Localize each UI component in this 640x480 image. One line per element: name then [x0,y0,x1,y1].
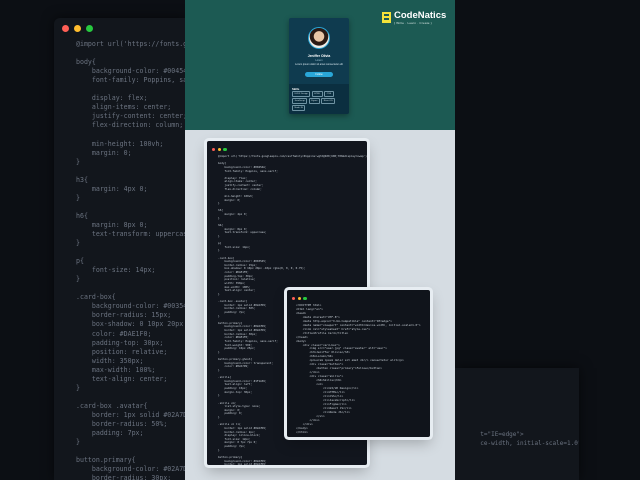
maximize-dot-icon[interactable] [223,148,227,152]
close-dot-icon[interactable] [292,297,296,301]
right-editor-code: t="IE=edge"> ce-width, initial-scale=1.0… [480,431,579,447]
profile-card: Jeniffer Olivia Lorem Lorem ipsum dolor … [289,18,349,114]
right-editor-window: t="IE=edge"> ce-width, initial-scale=1.0… [455,368,579,480]
skill-tag: React JS [321,98,336,104]
window-controls [292,297,307,301]
brand-logo: CodeNatics { Write · Learn · Create } [382,11,446,25]
window-controls [212,148,227,152]
brand-icon [382,12,391,23]
card-location: Lorem [315,59,323,62]
maximize-dot-icon[interactable] [303,297,307,301]
skill-tag: HTML [311,91,323,97]
skill-tag: Node JS [292,105,306,111]
brand-name: CodeNatics [394,10,447,21]
minimize-dot-icon[interactable] [297,297,301,301]
follow-button[interactable]: Follow [305,72,333,77]
card-description: Lorem ipsum dolor sit amet consectetur e… [295,63,343,66]
skills-section: Skills UI/UX Design HTML CSS JavaScript … [289,84,349,114]
maximize-dot-icon[interactable] [86,25,93,32]
avatar [308,27,330,49]
html-code: <!DOCTYPE html> <html lang="en"> <head> … [296,303,421,434]
skills-list: UI/UX Design HTML CSS JavaScript Figma R… [292,91,348,111]
skill-tag: UI/UX Design [292,91,311,97]
window-controls [62,25,93,32]
html-editor-window: <!DOCTYPE html> <html lang="en"> <head> … [287,290,430,437]
brand-tagline: { Write · Learn · Create } [394,21,432,25]
skill-tag: CSS [324,91,334,97]
card-name: Jeniffer Olivia [307,54,331,58]
center-panel: CodeNatics { Write · Learn · Create } Je… [185,0,455,480]
left-editor-window: @import url('https://fonts.goo body{ bac… [54,18,186,480]
left-editor-code: @import url('https://fonts.goo body{ bac… [76,40,186,480]
skill-tag: Figma [308,98,320,104]
close-dot-icon[interactable] [212,148,216,152]
minimize-dot-icon[interactable] [217,148,221,152]
skill-tag: JavaScript [292,98,308,104]
minimize-dot-icon[interactable] [74,25,81,32]
close-dot-icon[interactable] [62,25,69,32]
